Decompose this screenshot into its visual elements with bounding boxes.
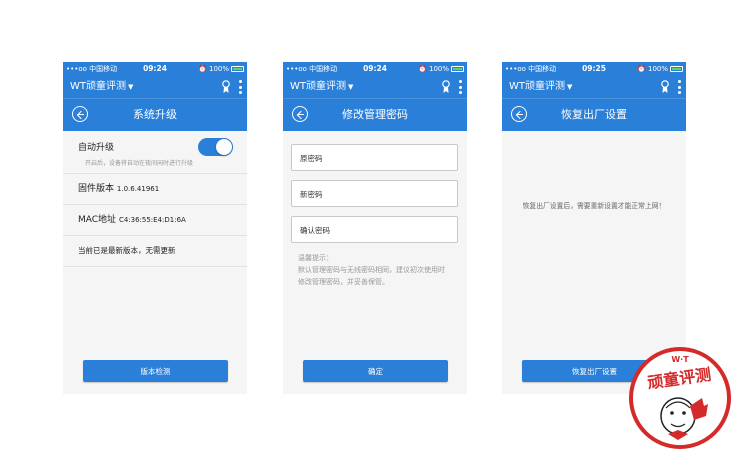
more-menu-icon[interactable] [239,80,242,94]
back-arrow-icon[interactable] [511,106,527,122]
watermark-stamp: W·T 顽童评测 [629,347,731,449]
status-right: ⏰ 100% [418,62,464,76]
tip-body: 默认管理密码与无线密码相同，建议初次使用时修改管理密码，并妥善保管。 [298,266,445,286]
reset-notice: 恢复出厂设置后，需要重新设置才能正常上网！ [522,202,666,210]
check-version-button[interactable]: 版本检测 [83,360,228,382]
mac-label: MAC地址 [78,215,117,225]
alarm-icon: ⏰ [418,65,427,73]
page-title: 恢复出厂设置 [561,108,627,121]
phone-factory-reset: •••oo 中国移动 09:25 ⏰ 100% WT顽童评测 ▼ 恢复出厂设置 恢… [502,62,686,394]
mac-value: C4:36:55:E4:D1:6A [118,216,186,224]
auto-upgrade-toggle[interactable] [198,138,233,156]
status-bar: •••oo 中国移动 09:24 ⏰ 100% [283,62,467,76]
old-password-input[interactable]: 原密码 [291,144,458,171]
brand-label: WT顽童评测 [70,81,126,92]
brand-dropdown[interactable]: WT顽童评测 ▼ [70,76,133,98]
more-menu-icon[interactable] [678,80,681,94]
status-bar: •••oo 中国移动 09:25 ⏰ 100% [502,62,686,76]
more-menu-icon[interactable] [459,80,462,94]
app-bar: WT顽童评测 ▼ [283,76,467,98]
phone-change-password: •••oo 中国移动 09:24 ⏰ 100% WT顽童评测 ▼ 修改管理密码 原… [283,62,467,394]
firmware-label: 固件版本 [78,184,115,194]
caret-down-icon: ▼ [567,83,573,91]
battery-icon [670,66,683,72]
battery-icon [231,66,244,72]
mac-row: MAC地址 C4:36:55:E4:D1:6A [63,205,247,236]
status-right: ⏰ 100% [637,62,683,76]
alarm-icon: ⏰ [637,65,646,73]
brand-dropdown[interactable]: WT顽童评测 ▼ [509,76,572,98]
confirm-password-input[interactable]: 确认密码 [291,216,458,243]
update-status-row: 当前已是最新版本，无需更新 [63,236,247,267]
page-header: 恢复出厂设置 [502,98,686,131]
update-status-text: 当前已是最新版本，无需更新 [78,246,176,255]
caret-down-icon: ▼ [348,83,354,91]
firmware-value: 1.0.6.41961 [116,185,160,193]
page-header: 修改管理密码 [283,98,467,131]
page-title: 修改管理密码 [342,108,408,121]
tip-title: 温馨提示： [298,254,333,262]
app-bar: WT顽童评测 ▼ [63,76,247,98]
medal-icon[interactable] [442,80,450,94]
status-right: ⏰ 100% [198,62,244,76]
firmware-row: 固件版本 1.0.6.41961 [63,174,247,205]
caret-down-icon: ▼ [128,83,134,91]
page-title: 系统升级 [133,108,177,121]
phone-system-upgrade: •••oo 中国移动 09:24 ⏰ 100% WT顽童评测 ▼ 系统升级 自动升… [63,62,247,394]
medal-icon[interactable] [222,80,230,94]
brand-label: WT顽童评测 [290,81,346,92]
back-arrow-icon[interactable] [72,106,88,122]
svg-text:W·T: W·T [671,355,689,364]
new-password-input[interactable]: 新密码 [291,180,458,207]
brand-label: WT顽童评测 [509,81,565,92]
auto-upgrade-hint: 开启后，设备将自动在夜间闲时进行升级 [85,160,194,167]
medal-icon[interactable] [661,80,669,94]
auto-upgrade-label: 自动升级 [78,143,115,153]
battery-percent: 100% [208,65,229,73]
status-bar: •••oo 中国移动 09:24 ⏰ 100% [63,62,247,76]
alarm-icon: ⏰ [198,65,207,73]
back-arrow-icon[interactable] [292,106,308,122]
page-header: 系统升级 [63,98,247,131]
password-tip: 温馨提示： 默认管理密码与无线密码相同，建议初次使用时修改管理密码，并妥善保管。 [298,252,448,288]
brand-dropdown[interactable]: WT顽童评测 ▼ [290,76,353,98]
battery-icon [451,66,464,72]
confirm-button[interactable]: 确定 [303,360,448,382]
battery-percent: 100% [647,65,668,73]
app-bar: WT顽童评测 ▼ [502,76,686,98]
auto-upgrade-row: 自动升级 开启后，设备将自动在夜间闲时进行升级 [63,131,247,174]
battery-percent: 100% [428,65,449,73]
